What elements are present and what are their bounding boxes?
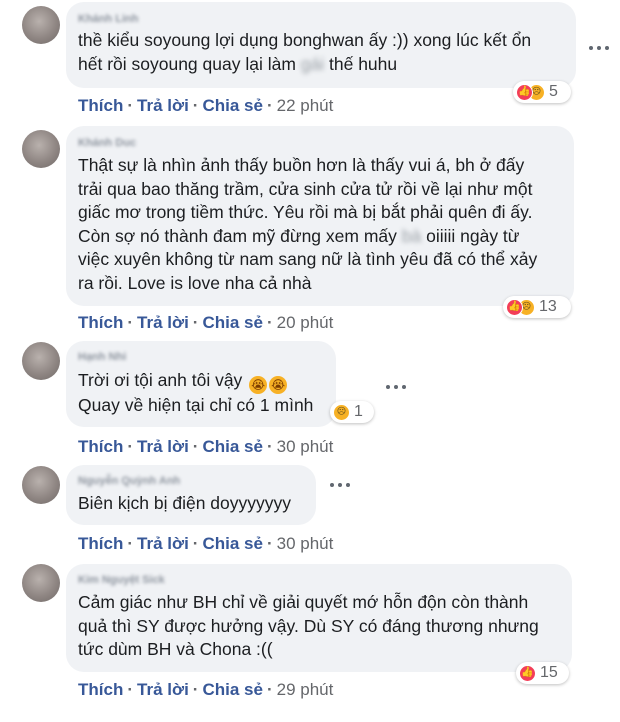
share-button[interactable]: Chia sẻ <box>202 534 262 553</box>
comment-actions: Thích · Trả lời · Chia sẻ · 30 phút <box>78 534 334 553</box>
reply-button[interactable]: Trả lời <box>137 680 189 699</box>
sad-icon: ☹ <box>333 403 350 421</box>
like-button[interactable]: Thích <box>78 96 123 115</box>
reaction-count: 15 <box>540 664 558 681</box>
avatar[interactable] <box>22 564 60 602</box>
comment-bubble: Kim Nguyệt Sick Cảm giác như BH chỉ về g… <box>66 564 572 672</box>
reaction-summary[interactable]: 👍 ☹ 13 <box>503 296 571 318</box>
comment-timestamp[interactable]: 30 phút <box>277 437 334 456</box>
comment-text: Cảm giác như BH chỉ về giải quyết mớ hỗn… <box>78 592 539 659</box>
like-button[interactable]: Thích <box>78 680 123 699</box>
comment-bubble: Hạnh Nhi Trời ơi tội anh tôi vậy 😭 😭 Quay… <box>66 341 336 427</box>
comment-bubble: Nguyễn Quỳnh Anh Biên kịch bị điện doyyy… <box>66 465 316 525</box>
like-icon: 👍 <box>506 298 523 316</box>
comment-author[interactable]: Khánh Duc <box>78 136 562 150</box>
avatar[interactable] <box>22 6 60 44</box>
share-button[interactable]: Chia sẻ <box>202 96 262 115</box>
comment-actions: Thích · Trả lời · Chia sẻ · 20 phút <box>78 313 334 332</box>
reaction-summary[interactable]: 👍 ☹ 5 <box>513 81 571 103</box>
comment-author[interactable]: Khánh Linh <box>78 12 564 26</box>
share-button[interactable]: Chia sẻ <box>202 313 262 332</box>
comment-timestamp[interactable]: 22 phút <box>277 96 334 115</box>
comment-author[interactable]: Nguyễn Quỳnh Anh <box>78 474 304 488</box>
avatar[interactable] <box>22 130 60 168</box>
comment-actions: Thích · Trả lời · Chia sẻ · 29 phút <box>78 680 334 699</box>
comment-actions: Thích · Trả lời · Chia sẻ · 22 phút <box>78 96 334 115</box>
comment-text: Thật sự là nhìn ảnh thấy buồn hơn là thấ… <box>78 155 538 293</box>
like-button[interactable]: Thích <box>78 534 123 553</box>
more-options-icon[interactable] <box>330 482 350 488</box>
crying-face-icon: 😭 <box>249 376 268 394</box>
reaction-count: 5 <box>549 83 558 100</box>
reply-button[interactable]: Trả lời <box>137 534 189 553</box>
comment-text-line: Quay về hiện tại chỉ có 1 mình <box>78 395 314 415</box>
reaction-summary[interactable]: 👍 15 <box>516 662 569 684</box>
comment-text-line: Trời ơi tội anh tôi vậy 😭 😭 <box>78 370 288 394</box>
like-icon: 👍 <box>519 664 536 682</box>
reaction-count: 1 <box>354 403 363 420</box>
reaction-summary[interactable]: ☹ 1 <box>330 401 374 423</box>
comment-bubble: Khánh Linh thề kiểu soyoung lợi dụng bon… <box>66 2 576 88</box>
more-options-icon[interactable] <box>386 384 406 390</box>
avatar[interactable] <box>22 342 60 380</box>
like-button[interactable]: Thích <box>78 437 123 456</box>
avatar[interactable] <box>22 466 60 504</box>
reaction-count: 13 <box>539 298 557 315</box>
reply-button[interactable]: Trả lời <box>137 96 189 115</box>
comment-text: Biên kịch bị điện doyyyyyyy <box>78 493 292 513</box>
share-button[interactable]: Chia sẻ <box>202 680 262 699</box>
comment-actions: Thích · Trả lời · Chia sẻ · 30 phút <box>78 437 334 456</box>
comment-timestamp[interactable]: 30 phút <box>277 534 334 553</box>
comment-author[interactable]: Hạnh Nhi <box>78 350 324 364</box>
share-button[interactable]: Chia sẻ <box>202 437 262 456</box>
like-icon: 👍 <box>516 83 533 101</box>
comment-timestamp[interactable]: 20 phút <box>277 313 334 332</box>
comment-bubble: Khánh Duc Thật sự là nhìn ảnh thấy buồn … <box>66 126 574 306</box>
comment-timestamp[interactable]: 29 phút <box>277 680 334 699</box>
reply-button[interactable]: Trả lời <box>137 313 189 332</box>
crying-face-icon: 😭 <box>269 376 288 394</box>
like-button[interactable]: Thích <box>78 313 123 332</box>
comment-author[interactable]: Kim Nguyệt Sick <box>78 573 560 587</box>
more-options-icon[interactable] <box>589 45 609 51</box>
reply-button[interactable]: Trả lời <box>137 437 189 456</box>
comment-text: thề kiểu soyoung lợi dụng bonghwan ấy :)… <box>78 30 532 74</box>
